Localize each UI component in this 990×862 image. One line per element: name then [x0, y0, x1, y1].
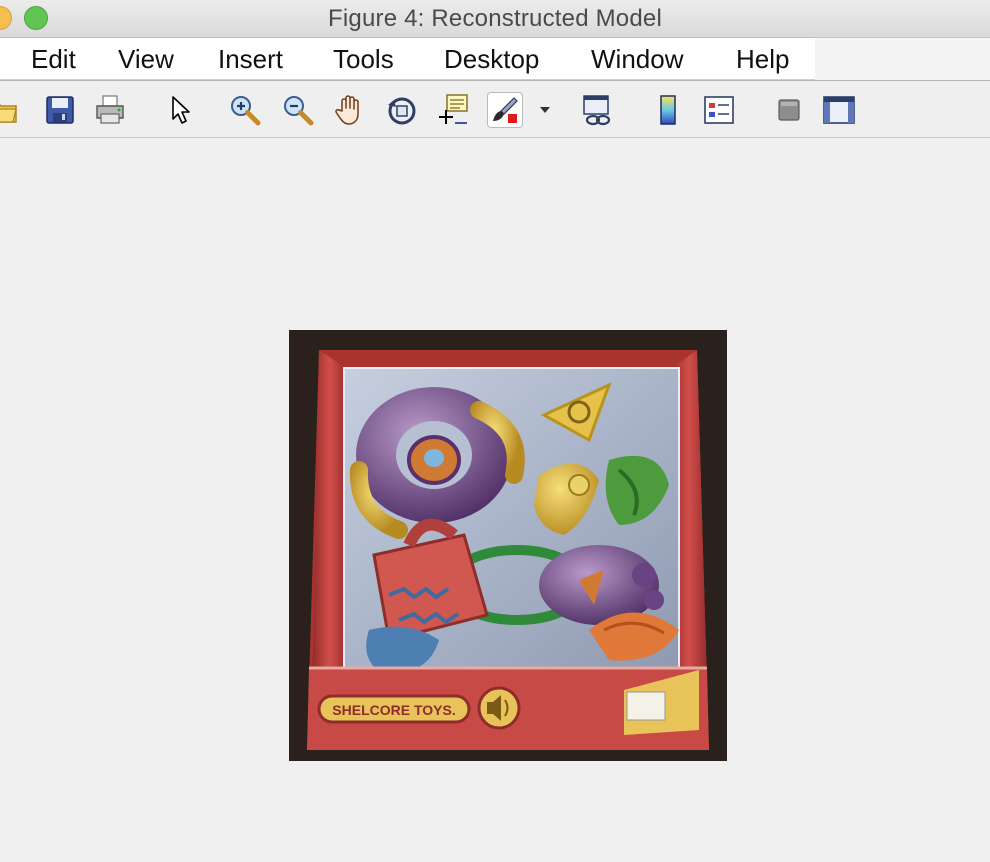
title-bar[interactable]: Figure 4: Reconstructed Model: [0, 0, 990, 38]
show-plot-tools-icon[interactable]: [822, 93, 856, 127]
data-cursor-icon[interactable]: [437, 93, 471, 127]
rotate-3d-icon[interactable]: [385, 93, 419, 127]
print-icon[interactable]: [93, 93, 127, 127]
menu-window[interactable]: Window: [591, 44, 683, 75]
save-icon[interactable]: [43, 93, 77, 127]
menu-tools[interactable]: Tools: [333, 44, 394, 75]
menu-edit[interactable]: Edit: [31, 44, 76, 75]
menu-insert[interactable]: Insert: [218, 44, 283, 75]
menu-view[interactable]: View: [118, 44, 174, 75]
menu-help[interactable]: Help: [736, 44, 789, 75]
figure-window: Figure 4: Reconstructed Model Edit View …: [0, 0, 990, 862]
hide-plot-tools-icon[interactable]: [772, 93, 806, 127]
link-plot-icon[interactable]: [581, 93, 615, 127]
menu-bar: Edit View Insert Tools Desktop Window He…: [0, 38, 990, 81]
insert-colorbar-icon[interactable]: [651, 93, 685, 127]
pan-hand-icon[interactable]: [333, 93, 367, 127]
window-title: Figure 4: Reconstructed Model: [328, 5, 662, 32]
menu-desktop[interactable]: Desktop: [444, 44, 539, 75]
brush-icon[interactable]: [487, 92, 523, 128]
open-folder-icon[interactable]: [0, 93, 20, 127]
reconstructed-image[interactable]: SHELCORE TOYS.: [289, 330, 727, 761]
brand-logo-text: SHELCORE TOYS.: [332, 702, 455, 718]
figure-toolbar: [0, 81, 990, 138]
edit-plot-arrow-icon[interactable]: [163, 93, 197, 127]
figure-canvas[interactable]: SHELCORE TOYS.: [0, 138, 990, 862]
zoom-out-icon[interactable]: [281, 93, 315, 127]
zoom-in-icon[interactable]: [228, 93, 262, 127]
brush-dropdown-icon[interactable]: [535, 93, 555, 127]
insert-legend-icon[interactable]: [702, 93, 736, 127]
